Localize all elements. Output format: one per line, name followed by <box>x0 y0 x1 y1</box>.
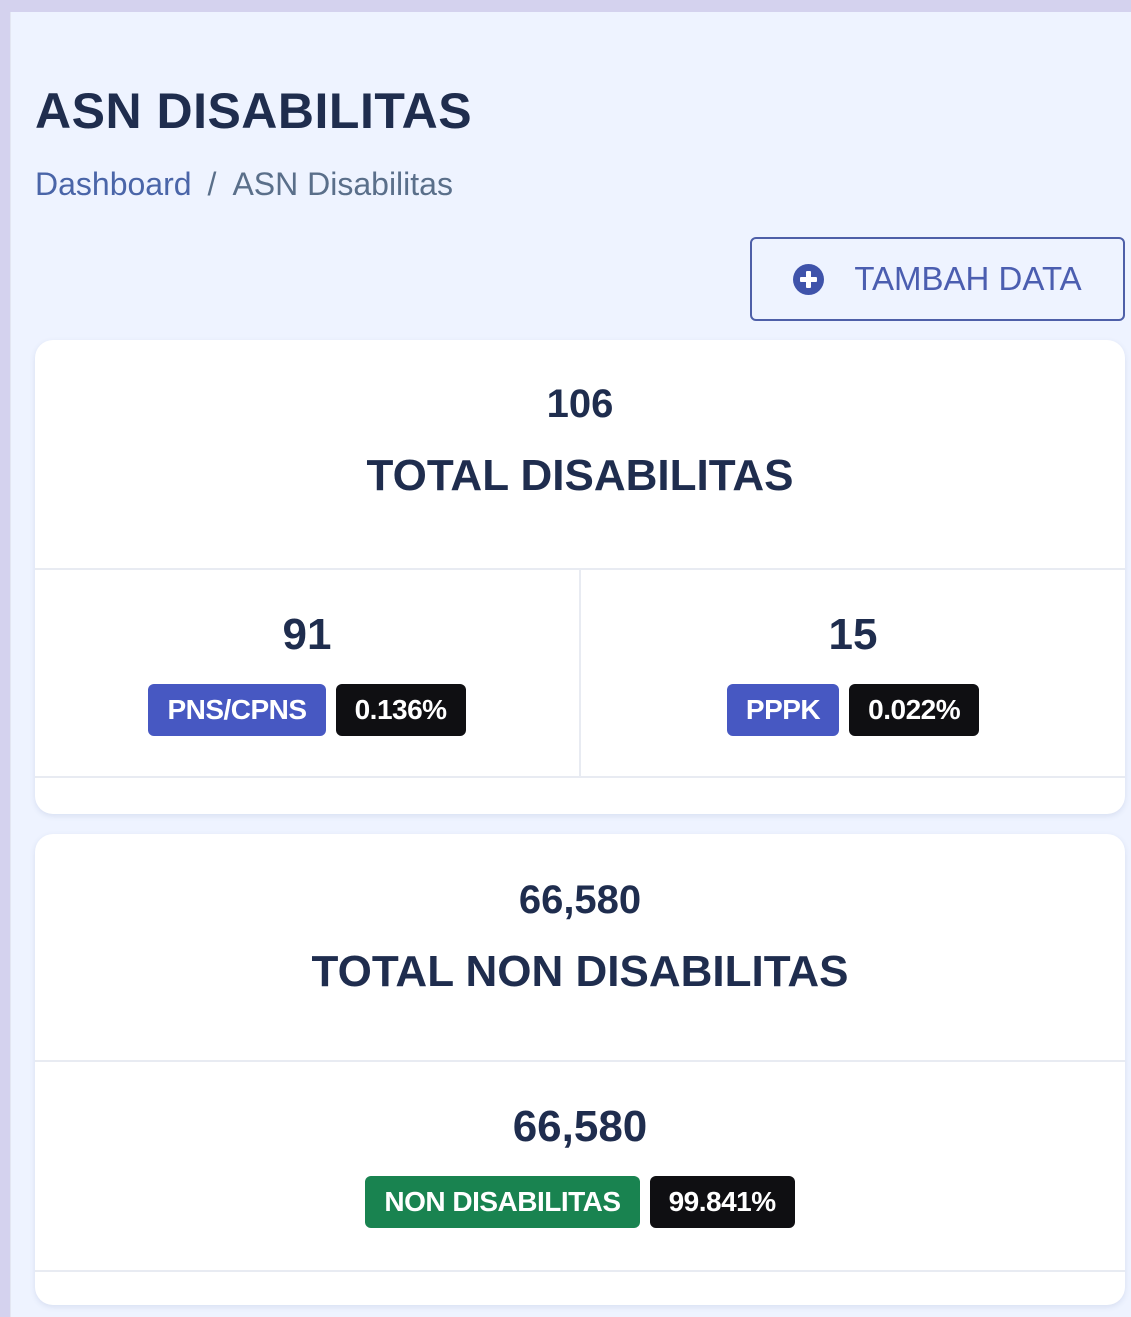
breadcrumb-separator: / <box>207 166 217 202</box>
add-data-label: TAMBAH DATA <box>854 260 1082 297</box>
pns-count: 91 <box>282 610 332 659</box>
non-disabilitas-summary: 66,580 TOTAL NON DISABILITAS <box>35 834 1125 1062</box>
non-disabilitas-badges: NON DISABILITAS 99.841% <box>365 1176 795 1228</box>
non-disabilitas-breakdown: 66,580 NON DISABILITAS 99.841% <box>35 1062 1125 1272</box>
pppk-percent-badge: 0.022% <box>849 684 980 736</box>
disabilitas-card: 106 TOTAL DISABILITAS 91 PNS/CPNS 0.136%… <box>35 340 1125 814</box>
pns-percent-badge: 0.136% <box>335 684 466 736</box>
pns-badges: PNS/CPNS 0.136% <box>148 684 466 736</box>
pppk-badge: PPPK <box>726 684 840 736</box>
main-content: ASN DISABILITAS Dashboard / ASN Disabili… <box>10 12 1131 1317</box>
total-disabilitas-count: 106 <box>546 382 614 426</box>
disabilitas-summary: 106 TOTAL DISABILITAS <box>35 340 1125 570</box>
non-disabilitas-percent-badge: 99.841% <box>649 1176 795 1228</box>
breadcrumb: Dashboard / ASN Disabilitas <box>35 166 453 203</box>
total-non-disabilitas-label: TOTAL NON DISABILITAS <box>311 947 849 996</box>
page-title: ASN DISABILITAS <box>35 83 473 139</box>
breadcrumb-current: ASN Disabilitas <box>232 166 453 202</box>
pppk-badges: PPPK 0.022% <box>726 684 980 736</box>
non-disabilitas-count: 66,580 <box>512 1102 648 1151</box>
non-disabilitas-stat: 66,580 NON DISABILITAS 99.841% <box>35 1062 1125 1270</box>
pns-stat: 91 PNS/CPNS 0.136% <box>35 570 579 776</box>
total-disabilitas-label: TOTAL DISABILITAS <box>366 451 794 500</box>
pppk-count: 15 <box>828 610 878 659</box>
breadcrumb-dashboard-link[interactable]: Dashboard <box>35 166 192 203</box>
non-disabilitas-card: 66,580 TOTAL NON DISABILITAS 66,580 NON … <box>35 834 1125 1305</box>
pppk-stat: 15 PPPK 0.022% <box>579 570 1125 776</box>
plus-circle-icon <box>793 263 825 295</box>
total-non-disabilitas-count: 66,580 <box>518 878 642 922</box>
non-disabilitas-badge: NON DISABILITAS <box>365 1176 640 1228</box>
pns-badge: PNS/CPNS <box>148 684 326 736</box>
disabilitas-breakdown: 91 PNS/CPNS 0.136% 15 PPPK 0.022% <box>35 570 1125 778</box>
add-data-button[interactable]: TAMBAH DATA <box>750 237 1125 321</box>
